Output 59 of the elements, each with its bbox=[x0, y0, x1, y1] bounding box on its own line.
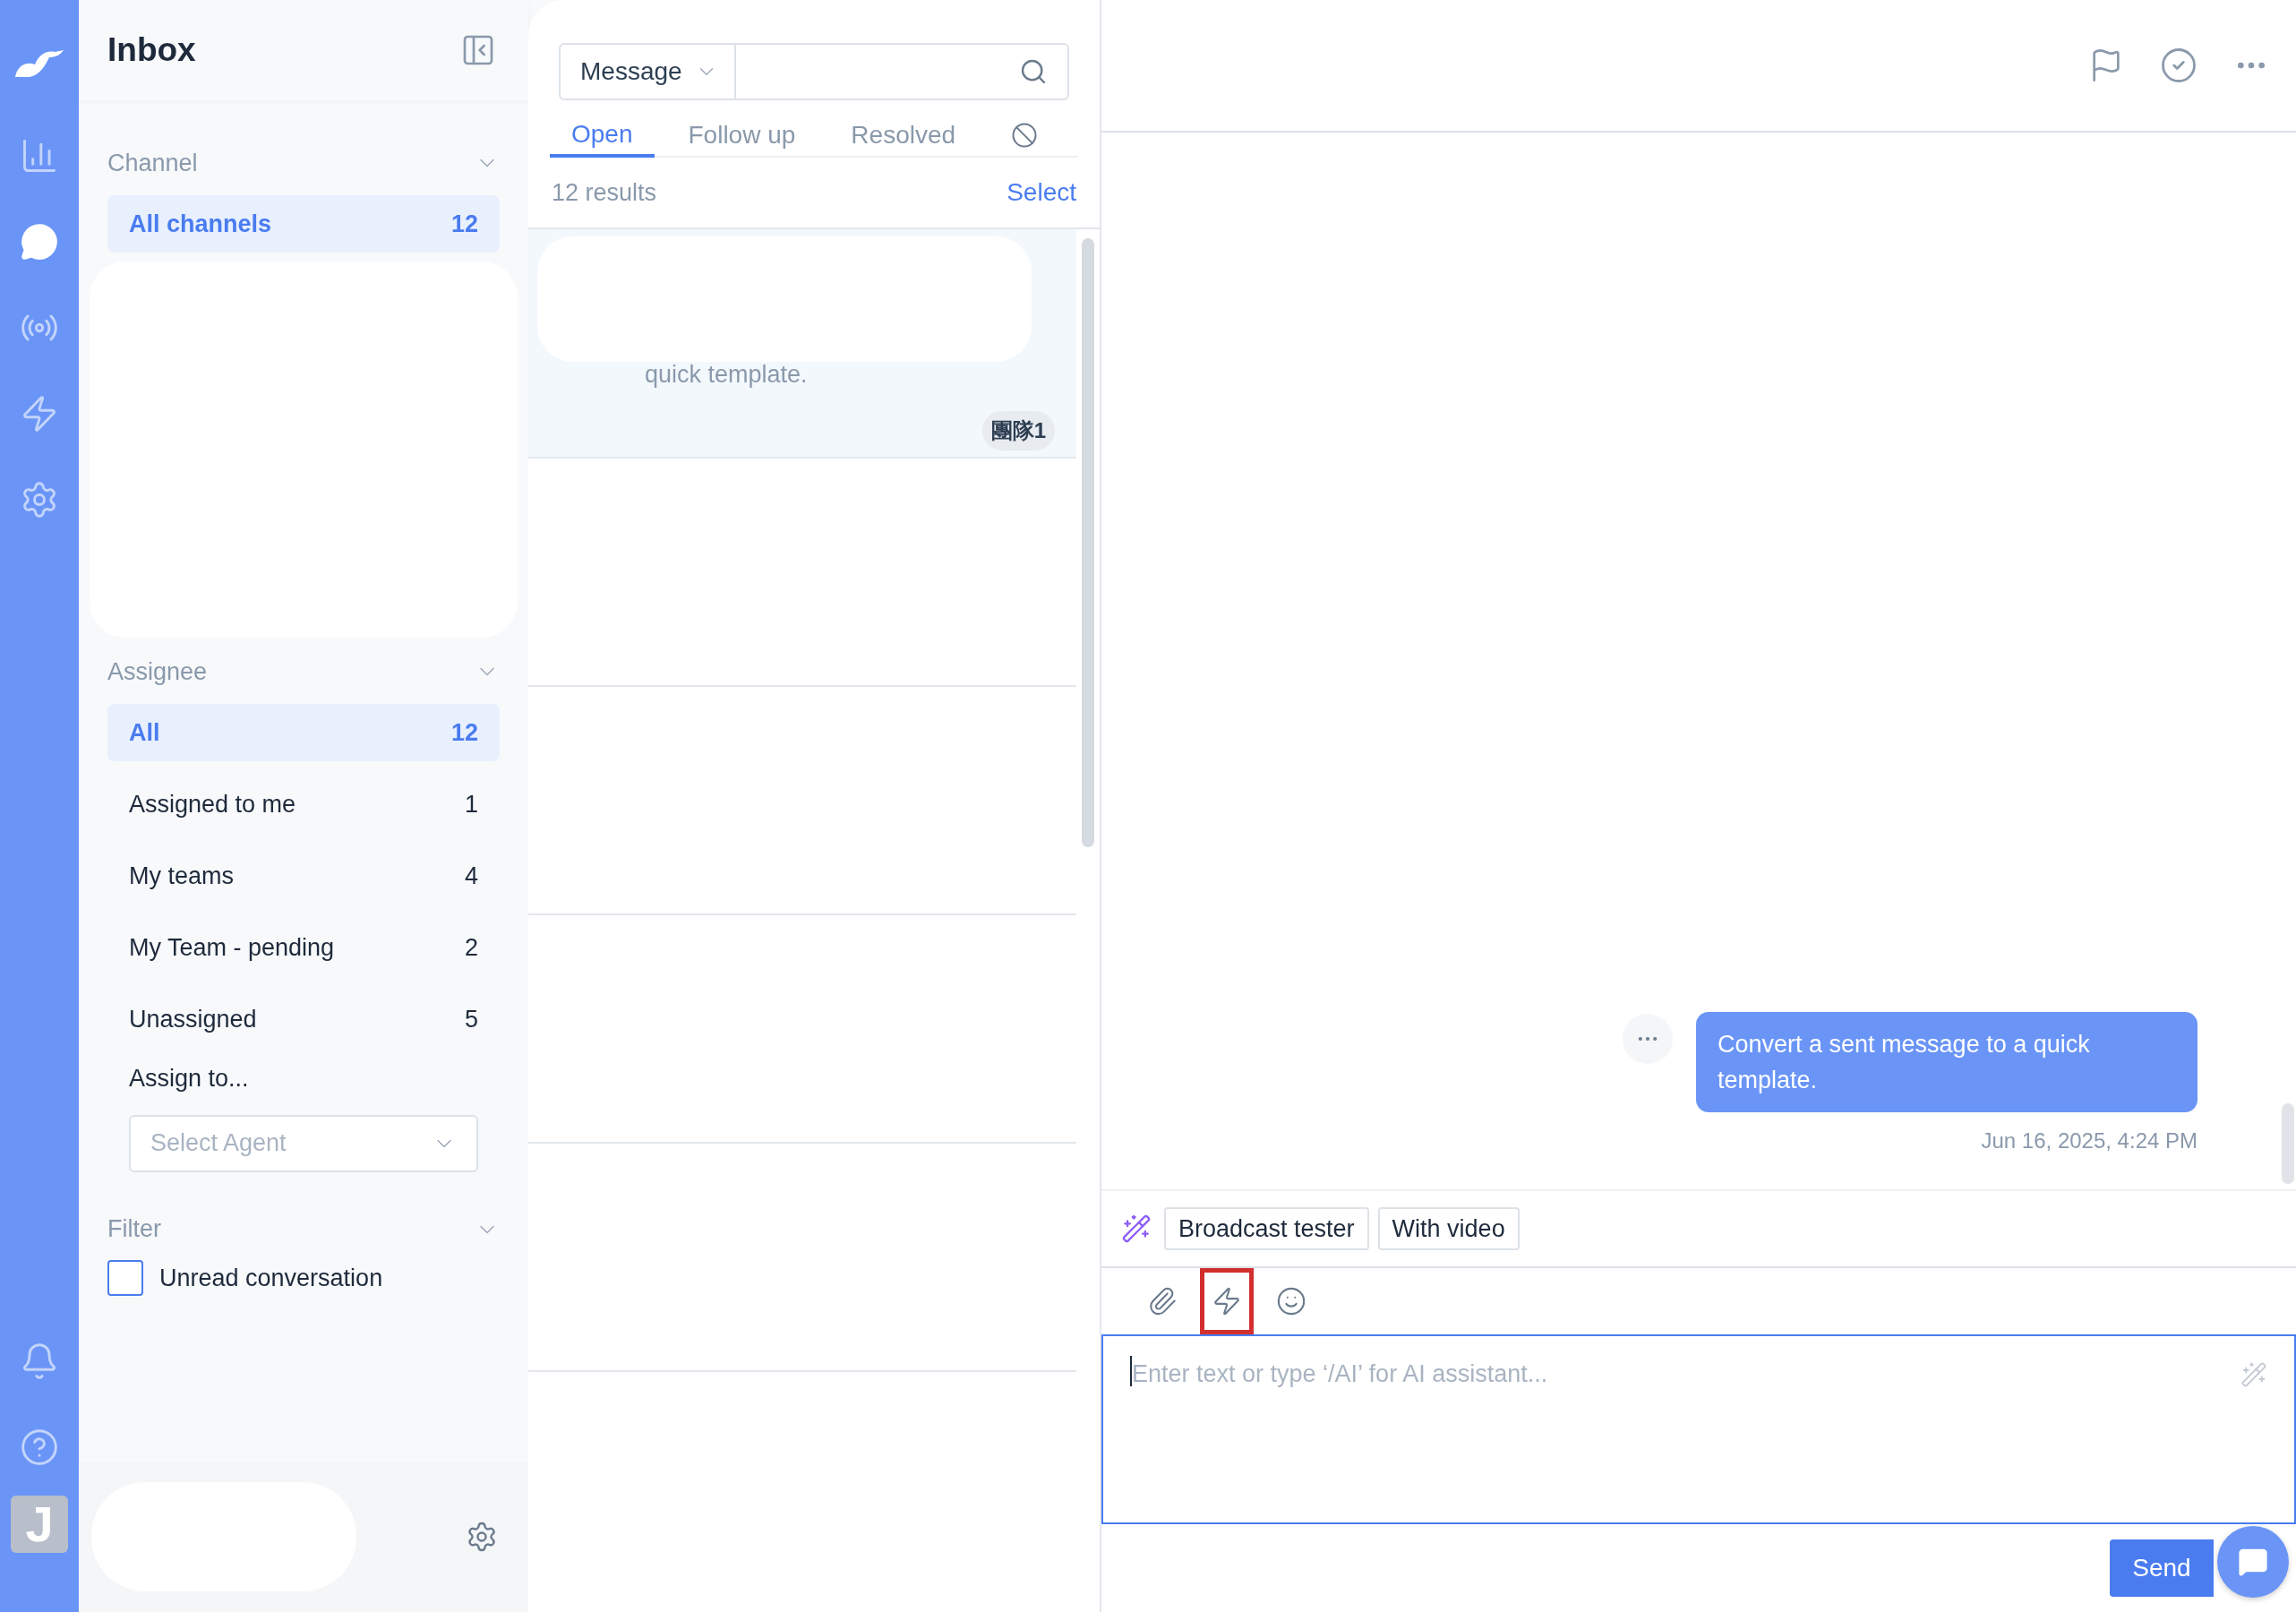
smiley-icon bbox=[1276, 1286, 1306, 1316]
blocked-icon bbox=[1011, 122, 1039, 149]
team-tag: 團隊1 bbox=[981, 410, 1055, 450]
status-tab[interactable]: Resolved bbox=[829, 115, 978, 156]
help-icon bbox=[20, 1428, 59, 1467]
filter-item[interactable]: My Team - pending 2 bbox=[107, 919, 500, 976]
scrollbar[interactable] bbox=[1082, 238, 1094, 847]
filter-label: All channels bbox=[129, 209, 272, 239]
quick-reply-chip[interactable]: With video bbox=[1377, 1207, 1520, 1250]
filter-label: All bbox=[129, 717, 160, 748]
conversation-item[interactable]: quick template. 團隊1 bbox=[528, 229, 1076, 459]
section-heading: Assignee bbox=[107, 656, 208, 687]
count-label: 12 bbox=[450, 717, 478, 748]
checkbox[interactable] bbox=[107, 1259, 143, 1296]
count-label: 5 bbox=[464, 1004, 478, 1034]
filter-item[interactable]: Assigned to me 1 bbox=[107, 776, 500, 833]
paperclip-icon bbox=[1147, 1286, 1178, 1316]
filter-item[interactable]: All channels 12 bbox=[107, 195, 500, 253]
input-placeholder: Enter text or type ‘/AI’ for AI assistant... bbox=[1132, 1359, 1549, 1389]
sparkle-wand-icon[interactable] bbox=[1121, 1213, 1152, 1244]
filter-item[interactable]: All 12 bbox=[107, 704, 500, 761]
search-scope-dropdown[interactable]: Message bbox=[561, 45, 736, 99]
lightning-icon bbox=[1212, 1286, 1242, 1316]
agent-select[interactable]: Select Agent bbox=[129, 1114, 478, 1172]
composer-tool-button[interactable] bbox=[1200, 1268, 1254, 1334]
checkbox-label: Unread conversation bbox=[159, 1263, 383, 1293]
speech-bubble-icon bbox=[2238, 1547, 2268, 1577]
message-bubble: Convert a sent message to a quick template. bbox=[1696, 1012, 2197, 1112]
filter-label: Assigned to me bbox=[129, 789, 296, 819]
section-heading: Channel bbox=[107, 148, 198, 178]
select-link[interactable]: Select bbox=[1007, 174, 1076, 211]
filter-label: Unassigned bbox=[129, 1004, 257, 1034]
assign-label: Assign to... bbox=[129, 1064, 250, 1093]
filter-label: My Team - pending bbox=[129, 932, 335, 963]
check-circle-icon[interactable] bbox=[2160, 47, 2197, 84]
search-icon[interactable] bbox=[1019, 57, 1048, 86]
result-count: 12 results bbox=[552, 177, 657, 208]
count-label: 1 bbox=[464, 789, 478, 819]
select-placeholder: Select Agent bbox=[150, 1128, 287, 1159]
message-preview: quick template. bbox=[645, 360, 809, 390]
status-tab[interactable]: Open bbox=[550, 115, 655, 158]
chat-icon bbox=[20, 222, 59, 262]
sidebar-title: Inbox bbox=[107, 30, 196, 71]
filter-item[interactable]: My teams 4 bbox=[107, 847, 500, 905]
count-label: 4 bbox=[464, 861, 478, 891]
message-timestamp: Jun 16, 2025, 4:24 PM bbox=[1981, 1128, 2197, 1154]
message-input[interactable]: Enter text or type ‘/AI’ for AI assistant... bbox=[1101, 1334, 2296, 1524]
chat-widget-button[interactable] bbox=[2217, 1526, 2289, 1598]
filter-label: My teams bbox=[129, 861, 235, 891]
send-button[interactable]: Send bbox=[2110, 1539, 2214, 1597]
filter-item[interactable]: Unassigned 5 bbox=[107, 990, 500, 1048]
section-heading: Filter bbox=[107, 1214, 161, 1245]
settings-icon[interactable] bbox=[466, 1521, 498, 1553]
count-label: 12 bbox=[450, 209, 478, 239]
magic-wand-icon[interactable] bbox=[2240, 1361, 2267, 1388]
status-tab[interactable]: Follow up bbox=[666, 115, 818, 156]
quick-reply-chip[interactable]: Broadcast tester bbox=[1164, 1207, 1369, 1250]
count-label: 2 bbox=[464, 932, 478, 963]
scrollbar[interactable] bbox=[2282, 1103, 2294, 1184]
